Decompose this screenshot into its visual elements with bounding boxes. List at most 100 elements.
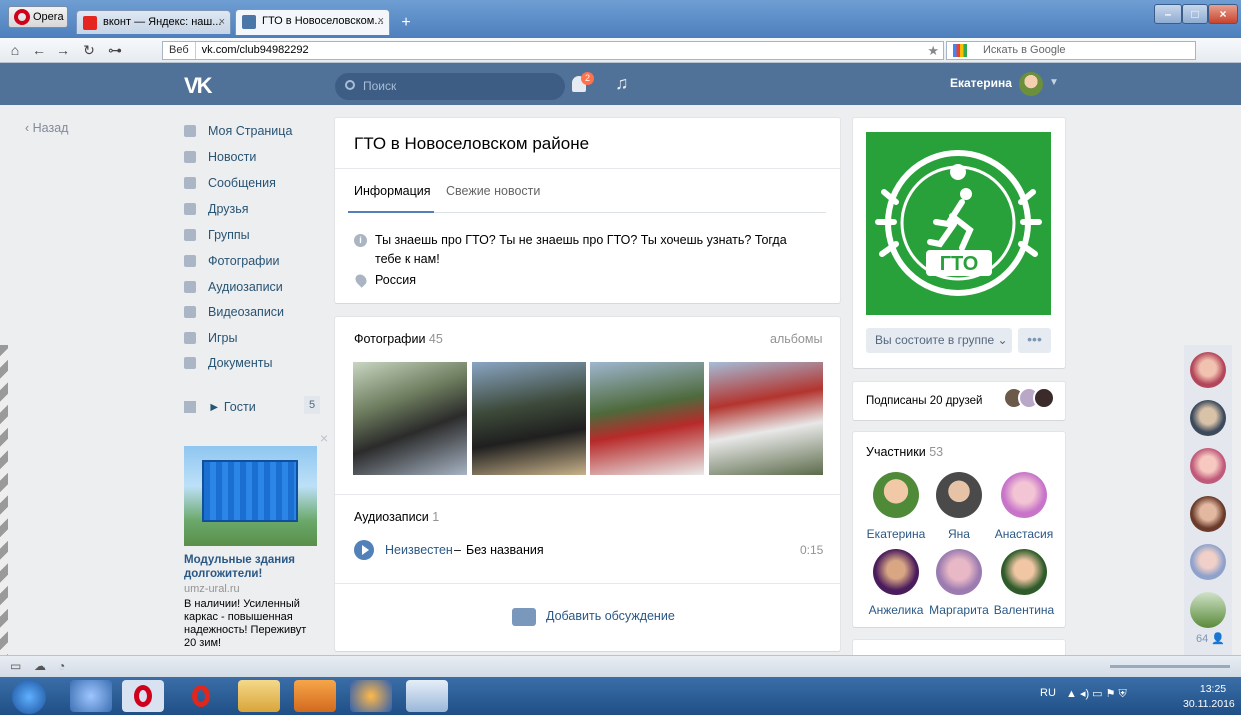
close-ad-icon[interactable]: × — [320, 430, 328, 446]
photo-thumbnail[interactable] — [709, 362, 823, 475]
key-icon[interactable]: ⊶ — [104, 41, 126, 59]
member-avatar[interactable] — [936, 472, 982, 518]
ad-title[interactable]: Модульные здания долгожители! — [184, 553, 319, 581]
close-tab-icon[interactable]: × — [378, 10, 384, 32]
albums-link[interactable]: альбомы — [770, 332, 822, 346]
reload-icon[interactable]: ↻ — [78, 41, 100, 59]
track-title: Без названия — [466, 543, 544, 557]
sidebar-item-3[interactable]: Друзья — [184, 199, 249, 219]
zoom-slider[interactable] — [1110, 665, 1230, 668]
back-arrow-icon[interactable]: ← — [28, 41, 50, 59]
home-icon[interactable]: ⌂ — [4, 41, 26, 59]
photos-header[interactable]: Фотографии 45 — [354, 332, 443, 346]
music-icon[interactable]: ♫ — [615, 73, 629, 94]
taskbar-media-icon[interactable] — [294, 680, 336, 712]
sidebar-item-8[interactable]: Игры — [184, 328, 237, 348]
friend-strip-avatar[interactable] — [1190, 352, 1226, 388]
tab-information[interactable]: Информация — [354, 184, 431, 198]
tab-yandex[interactable]: вконт — Яндекс: наш... × — [76, 10, 231, 34]
url-field[interactable]: Веб vk.com/club94982292 ★ — [162, 41, 944, 60]
member-name[interactable]: Валентина — [988, 603, 1060, 617]
taskbar-opera-icon[interactable] — [122, 680, 164, 712]
photo-thumbnail[interactable] — [590, 362, 704, 475]
cloud-icon[interactable]: ☁ — [34, 659, 46, 673]
member-name[interactable]: Анжелика — [860, 603, 932, 617]
friend-strip-avatar[interactable] — [1190, 448, 1226, 484]
member-avatar[interactable] — [1001, 549, 1047, 595]
tab-gto[interactable]: ГТО в Новоселовском... × — [235, 9, 390, 35]
ad-domain[interactable]: umz-ural.ru — [184, 583, 240, 595]
add-discussion-button[interactable]: Добавить обсуждение — [546, 609, 675, 623]
member-name[interactable]: Анастасия — [988, 527, 1060, 541]
clock-time[interactable]: 13:25 — [1193, 683, 1233, 695]
sidebar-item-6[interactable]: Аудиозаписи — [184, 277, 283, 297]
forward-arrow-icon[interactable]: → — [52, 41, 74, 59]
sidebar-item-5[interactable]: Фотографии — [184, 251, 279, 271]
sidebar-item-9[interactable]: Документы — [184, 353, 272, 373]
sidebar-item-1[interactable]: Новости — [184, 147, 256, 167]
member-name[interactable]: Екатерина — [860, 527, 932, 541]
gto-logo[interactable]: ГТО — [866, 132, 1051, 315]
google-search-field[interactable]: Искать в Google — [946, 41, 1196, 60]
tab-fresh-news[interactable]: Свежие новости — [446, 184, 540, 198]
notification-badge: 2 — [581, 72, 594, 85]
member-avatar[interactable] — [873, 549, 919, 595]
chevron-down-icon: ⌄ — [997, 333, 1008, 347]
member-avatar[interactable] — [1001, 472, 1047, 518]
search-input[interactable]: Поиск — [335, 73, 565, 100]
minimize-button[interactable]: – — [1154, 4, 1182, 24]
bookmark-star-icon[interactable]: ★ — [927, 42, 939, 59]
photo-thumbnail[interactable] — [353, 362, 467, 475]
back-label: Назад — [32, 121, 69, 135]
friend-strip-avatar[interactable] — [1190, 400, 1226, 436]
sidebar-item-4[interactable]: Группы — [184, 225, 250, 245]
friend-strip-avatar[interactable] — [1190, 496, 1226, 532]
clock-date[interactable]: 30.11.2016 — [1183, 698, 1235, 710]
opera-menu-button[interactable]: Opera — [8, 6, 68, 28]
friends-strip-count[interactable]: 64 👤 — [1196, 632, 1225, 645]
user-name[interactable]: Екатерина — [950, 76, 1012, 90]
close-tab-icon[interactable]: × — [219, 11, 225, 33]
photo-thumbnail[interactable] — [472, 362, 586, 475]
member-avatar[interactable] — [936, 549, 982, 595]
speed-dial-icon[interactable]: ◔ — [58, 659, 65, 673]
maximize-button[interactable]: □ — [1182, 4, 1208, 24]
ad-image[interactable] — [184, 446, 317, 546]
taskbar-firefox-icon[interactable] — [350, 680, 392, 712]
friend-avatar[interactable] — [1033, 387, 1055, 409]
discussion-icon[interactable] — [512, 608, 536, 626]
taskbar-app-icon[interactable] — [70, 680, 112, 712]
member-avatar[interactable] — [873, 472, 919, 518]
taskbar-opera2-icon[interactable] — [180, 680, 222, 712]
close-window-button[interactable]: × — [1208, 4, 1238, 24]
user-avatar[interactable] — [1019, 72, 1043, 96]
member-name[interactable]: Маргарита — [923, 603, 995, 617]
new-tab-button[interactable]: + — [396, 14, 416, 32]
language-indicator[interactable]: RU — [1040, 687, 1056, 699]
track-duration: 0:15 — [800, 543, 824, 557]
web-badge: Веб — [163, 42, 196, 59]
vk-logo[interactable]: VK — [184, 73, 213, 99]
play-button[interactable] — [354, 540, 374, 560]
membership-button[interactable]: Вы состоите в группе ⌄ — [866, 328, 1012, 353]
start-button[interactable] — [12, 680, 46, 714]
sidebar-item-guests[interactable]: ► Гости — [184, 397, 256, 417]
sidebar-item-0[interactable]: Моя Страница — [184, 121, 292, 141]
sidebar-item-7[interactable]: Видеозаписи — [184, 302, 284, 322]
friends-subscribed[interactable]: Подписаны 20 друзей — [866, 395, 982, 407]
back-link[interactable]: ‹ Назад — [25, 121, 68, 135]
tray-icons[interactable]: ▲ ◂) ▭ ⚑ ⛨ — [1066, 687, 1127, 701]
members-header[interactable]: Участники 53 — [866, 445, 943, 459]
taskbar-word-icon[interactable] — [406, 680, 448, 712]
sidebar-item-2[interactable]: Сообщения — [184, 173, 276, 193]
chevron-down-icon[interactable]: ▼ — [1049, 77, 1059, 88]
friend-strip-avatar[interactable] — [1190, 592, 1226, 628]
news-icon — [184, 151, 196, 163]
panel-toggle-icon[interactable]: ▭ — [10, 659, 21, 673]
more-button[interactable]: ••• — [1018, 328, 1051, 353]
audio-header[interactable]: Аудиозаписи 1 — [354, 510, 439, 524]
member-name[interactable]: Яна — [923, 527, 995, 541]
taskbar-explorer-icon[interactable] — [238, 680, 280, 712]
track-artist[interactable]: Неизвестен — [385, 543, 453, 557]
friend-strip-avatar[interactable] — [1190, 544, 1226, 580]
